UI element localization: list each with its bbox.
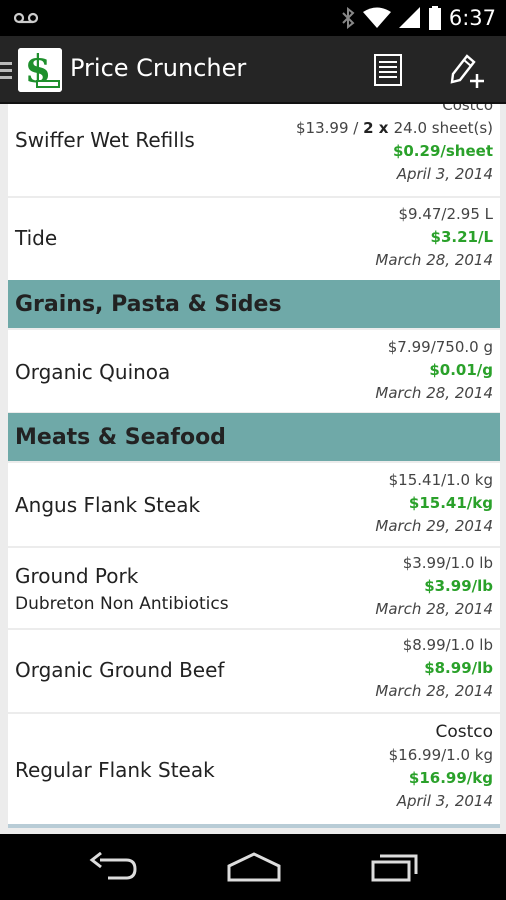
- up-indicator-icon[interactable]: [0, 62, 12, 83]
- item-price: $8.99/1.0 lb: [402, 636, 493, 654]
- list-item[interactable]: $15.41/1.0 kg $15.41/kg March 29, 2014 A…: [8, 463, 500, 546]
- battery-icon: [428, 6, 441, 30]
- item-price: $13.99 / 2 x 24.0 sheet(s): [296, 119, 493, 137]
- item-name: Tide: [15, 226, 58, 250]
- item-price: $7.99/750.0 g: [387, 338, 493, 356]
- item-subtitle: Dubreton Non Antibiotics: [15, 594, 229, 614]
- list-item[interactable]: $9.47/2.95 L $3.21/L March 28, 2014 Tide: [8, 198, 500, 280]
- item-date: April 3, 2014: [396, 165, 493, 183]
- item-date: March 28, 2014: [375, 384, 493, 402]
- item-unit-price: $3.21/L: [430, 228, 493, 246]
- bluetooth-icon: [342, 7, 355, 29]
- section-header: Meats & Seafood: [8, 413, 500, 461]
- section-header: Grains, Pasta & Sides: [8, 280, 500, 328]
- voicemail-icon: [14, 12, 38, 24]
- item-unit-price: $3.99/lb: [424, 577, 493, 595]
- back-icon[interactable]: [88, 852, 138, 882]
- item-unit-price: $16.99/kg: [408, 769, 493, 787]
- app-title: Price Cruncher: [70, 54, 247, 82]
- list-item[interactable]: $3.99/1.0 lb $3.99/lb March 28, 2014 Gro…: [8, 548, 500, 628]
- status-bar: 6:37: [0, 0, 506, 36]
- item-unit-price: $8.99/lb: [424, 659, 493, 677]
- item-unit-price: $0.01/g: [429, 361, 493, 379]
- recent-apps-icon[interactable]: [370, 852, 420, 882]
- item-price: $3.99/1.0 lb: [402, 554, 493, 572]
- item-name: Ground Pork: [15, 564, 139, 588]
- list-item[interactable]: $8.99/1.0 lb $8.99/lb March 28, 2014 Org…: [8, 630, 500, 712]
- item-name: Angus Flank Steak: [15, 493, 201, 517]
- item-date: March 28, 2014: [375, 682, 493, 700]
- signal-icon: [398, 7, 420, 28]
- item-list[interactable]: Costco $13.99 / 2 x 24.0 sheet(s) $0.29/…: [8, 104, 500, 830]
- list-item[interactable]: Costco $16.99/1.0 kg $16.99/kg April 3, …: [8, 714, 500, 824]
- wifi-icon: [362, 7, 391, 28]
- add-edit-icon[interactable]: [449, 50, 485, 88]
- list-item[interactable]: $7.99/750.0 g $0.01/g March 28, 2014 Org…: [8, 330, 500, 412]
- item-date: March 28, 2014: [375, 600, 493, 618]
- app-logo-icon[interactable]: $: [18, 48, 62, 92]
- item-name: Organic Ground Beef: [15, 658, 225, 682]
- item-price: $15.41/1.0 kg: [388, 471, 493, 489]
- item-store: Costco: [435, 722, 493, 742]
- item-date: April 3, 2014: [396, 792, 493, 810]
- list-divider: [8, 824, 500, 828]
- item-unit-price: $0.29/sheet: [392, 142, 493, 160]
- list-icon[interactable]: [374, 54, 402, 86]
- item-unit-price: $15.41/kg: [408, 494, 493, 512]
- item-name: Organic Quinoa: [15, 360, 171, 384]
- item-date: March 29, 2014: [375, 517, 493, 535]
- item-name: Regular Flank Steak: [15, 758, 215, 782]
- navigation-bar: [0, 834, 506, 900]
- item-date: March 28, 2014: [375, 251, 493, 269]
- item-store: Costco: [442, 104, 493, 114]
- item-price: $16.99/1.0 kg: [388, 746, 493, 764]
- list-item[interactable]: Costco $13.99 / 2 x 24.0 sheet(s) $0.29/…: [8, 104, 500, 196]
- item-price: $9.47/2.95 L: [398, 205, 493, 223]
- clock: 6:37: [448, 6, 496, 30]
- item-name: Swiffer Wet Refills: [15, 128, 195, 152]
- home-icon[interactable]: [226, 852, 282, 882]
- action-bar: $ Price Cruncher: [0, 36, 506, 104]
